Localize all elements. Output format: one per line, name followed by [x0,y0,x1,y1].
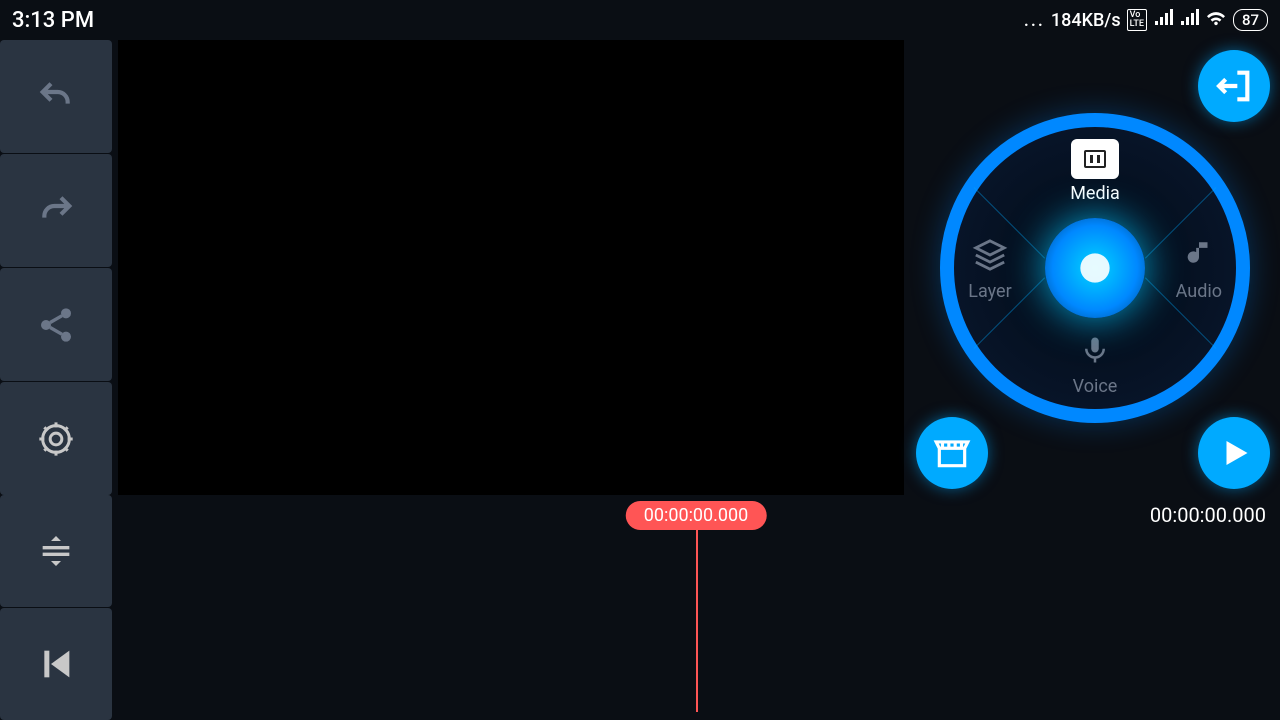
playhead-timecode: 00:00:00.000 [626,501,767,530]
clock: 3:13 PM [12,8,94,33]
network-speed: 184KB/s [1051,10,1121,31]
voice-button[interactable]: Voice [1073,328,1118,397]
left-toolbar [0,40,112,495]
battery-indicator: 87 [1233,9,1268,31]
media-button[interactable]: Media [1070,139,1120,204]
exit-button[interactable] [1198,50,1270,122]
jump-to-start-button[interactable] [0,608,112,720]
media-wheel-panel: Media Audio Voice Layer [910,40,1280,495]
store-button[interactable] [916,417,988,489]
redo-button[interactable] [0,154,112,267]
audio-button[interactable]: Audio [1176,233,1222,302]
camera-capture-button[interactable] [1045,218,1145,318]
play-button[interactable] [1198,417,1270,489]
settings-button[interactable] [0,382,112,495]
video-preview[interactable] [118,40,904,495]
undo-button[interactable] [0,40,112,153]
signal-icon-1 [1153,9,1173,32]
wifi-icon [1205,9,1227,32]
signal-icon-2 [1179,9,1199,32]
share-button[interactable] [0,268,112,381]
playhead-line[interactable] [696,527,698,712]
timeline-expand-button[interactable] [0,495,112,607]
volte-icon: VoLTE [1127,9,1147,31]
timeline-track[interactable]: 00:00:00.000 00:00:00.000 [112,495,1280,720]
total-duration: 00:00:00.000 [1150,503,1266,527]
android-status-bar: 3:13 PM ... 184KB/s VoLTE 87 [0,0,1280,40]
layer-button[interactable]: Layer [968,233,1012,302]
media-wheel: Media Audio Voice Layer [940,113,1250,423]
timeline-toolbar [0,495,112,720]
status-icons: ... 184KB/s VoLTE 87 [1024,9,1268,32]
